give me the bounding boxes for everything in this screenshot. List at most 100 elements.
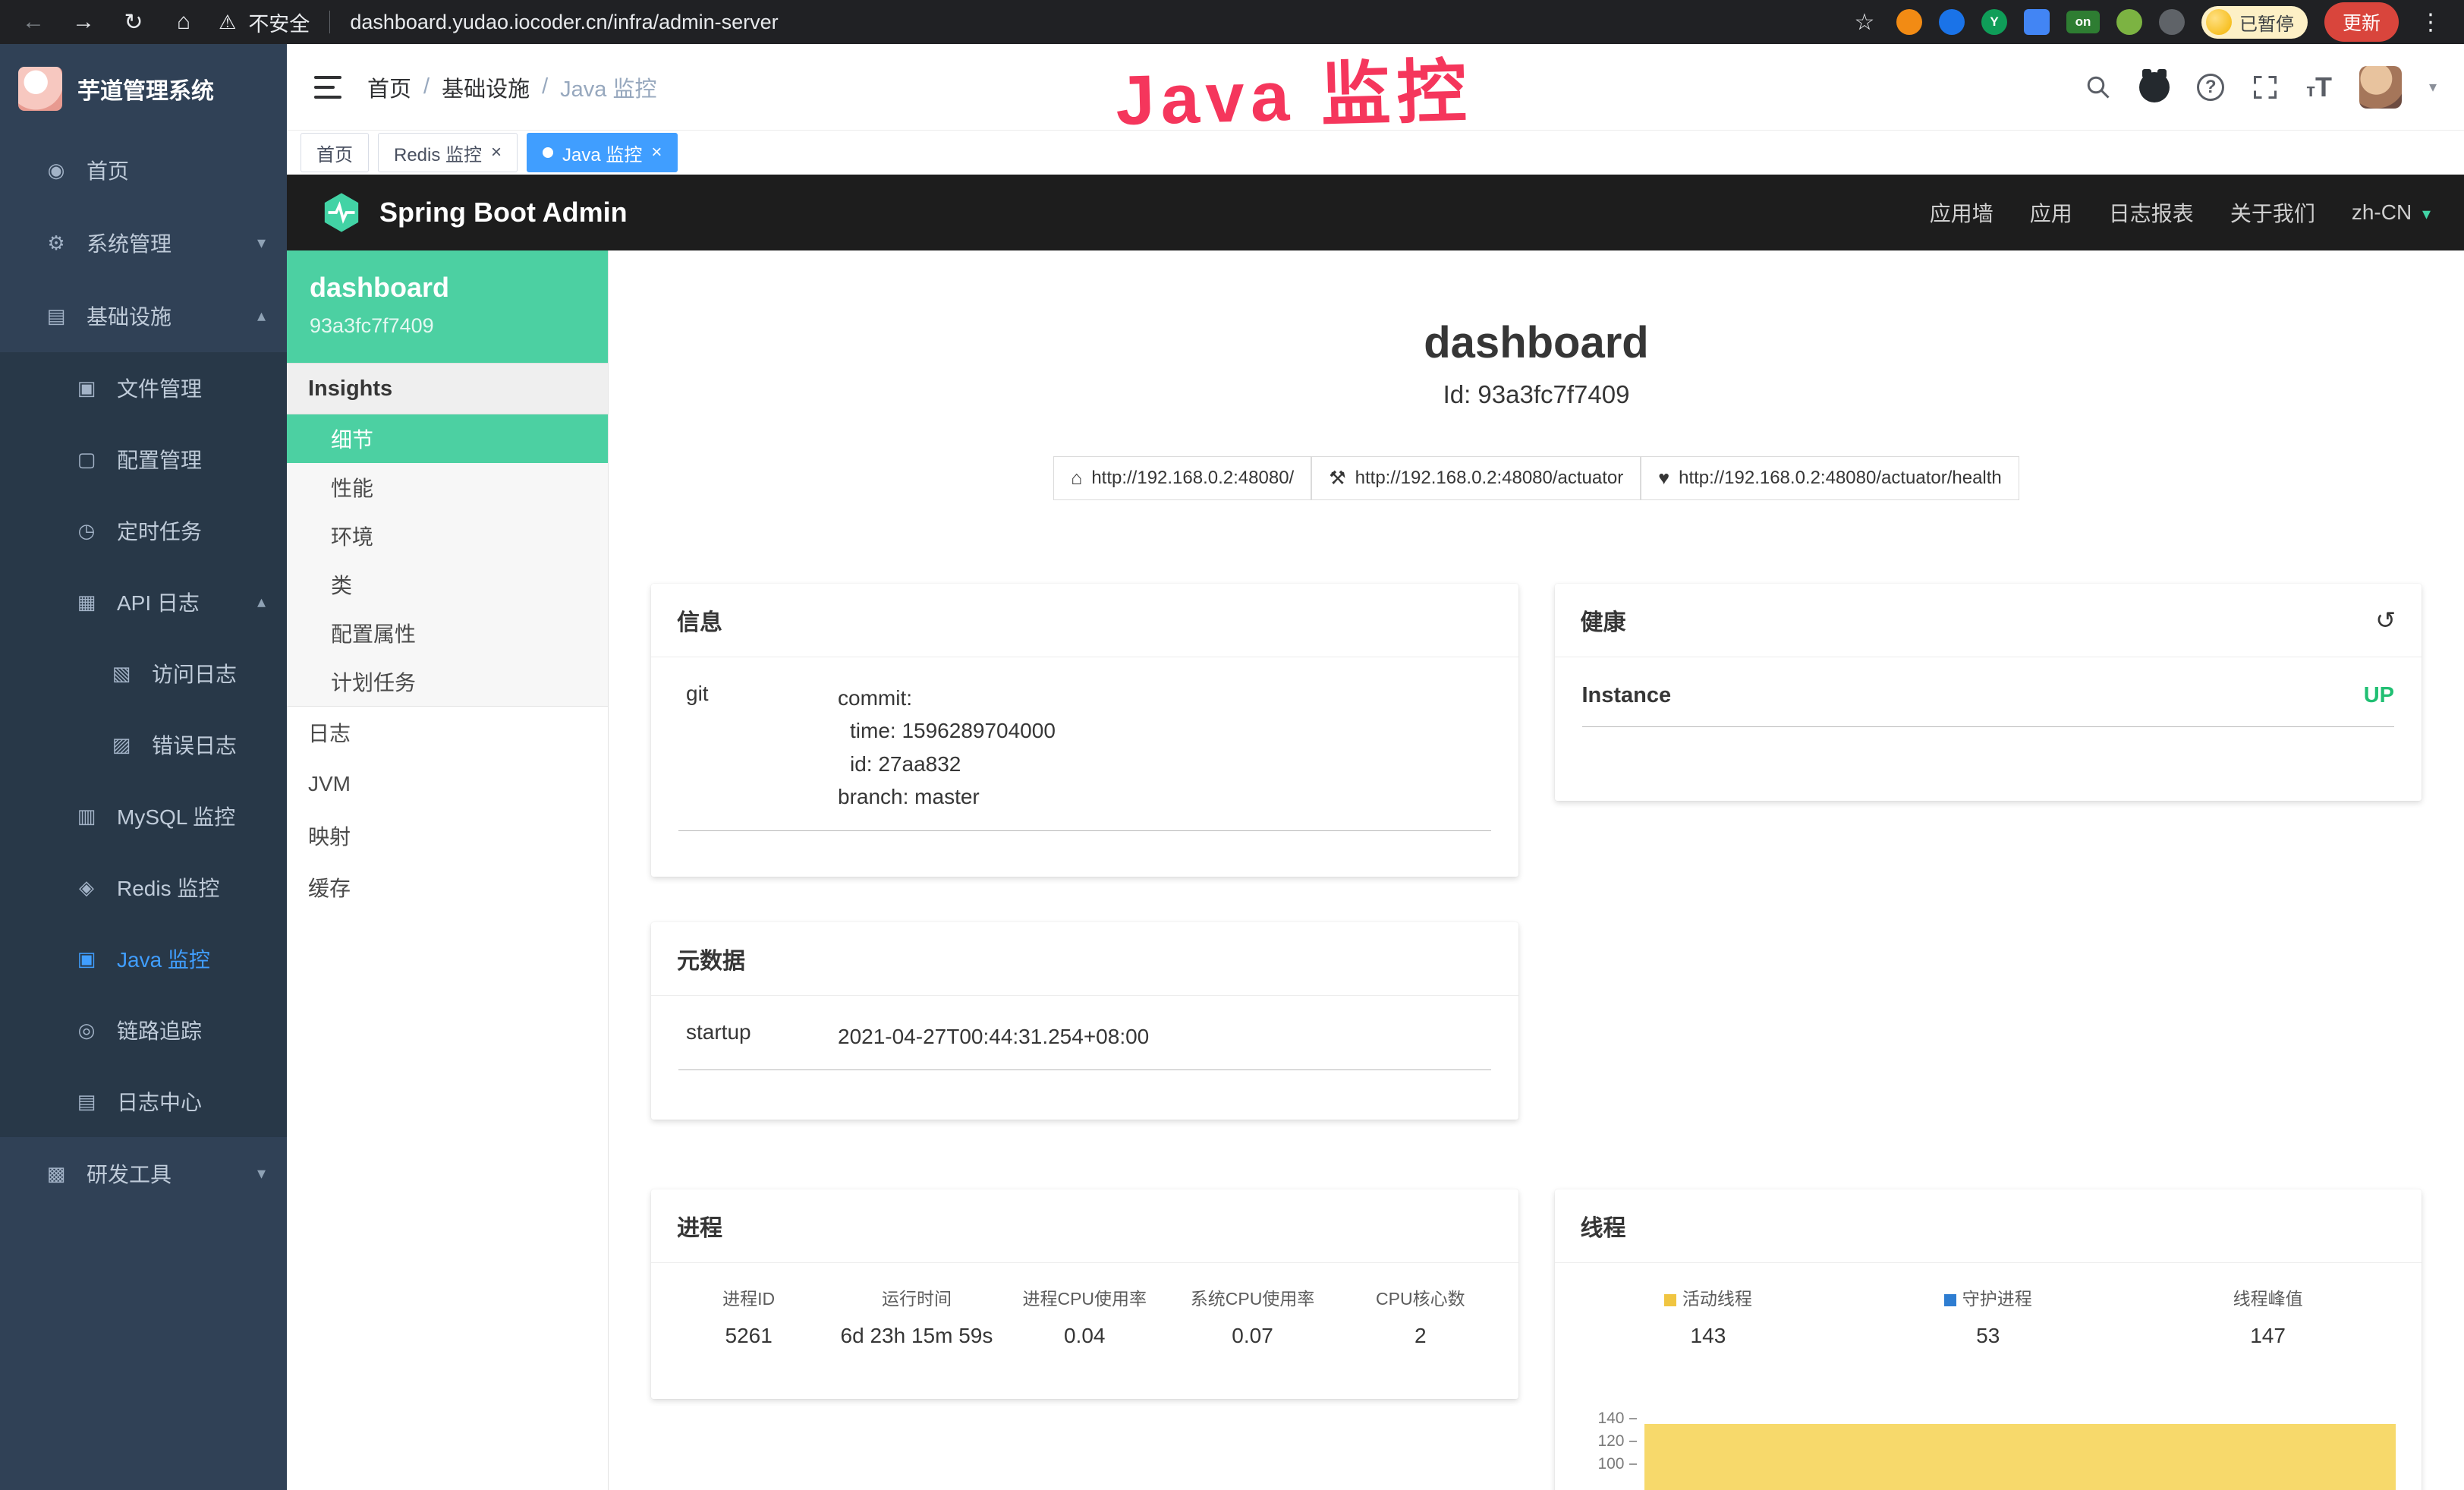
- sidebar-item-log-center[interactable]: ▤ 日志中心: [0, 1066, 287, 1137]
- metadata-key: startup: [678, 1020, 838, 1053]
- search-icon[interactable]: [2085, 74, 2112, 101]
- metric-cpu-cores: CPU核心数 2: [1336, 1284, 1504, 1348]
- instance-header[interactable]: dashboard 93a3fc7f7409: [287, 250, 608, 363]
- health-card: 健康 ↺ Instance UP: [1555, 584, 2422, 801]
- sba-brand[interactable]: Spring Boot Admin: [320, 191, 628, 234]
- tab-redis-monitor[interactable]: Redis 监控 ×: [378, 133, 518, 172]
- instance-id: 93a3fc7f7409: [310, 314, 585, 338]
- locale-select[interactable]: zh-CN ▾: [2352, 200, 2431, 225]
- sba-item-performance[interactable]: 性能: [287, 463, 608, 512]
- sba-item-classes[interactable]: 类: [287, 560, 608, 609]
- actuator-url-link[interactable]: ⚒ http://192.168.0.2:48080/actuator: [1311, 456, 1641, 500]
- puzzle-extension-icon[interactable]: [2159, 9, 2185, 35]
- sidebar-item-label: API 日志: [117, 587, 200, 617]
- sidebar-item-java-monitor[interactable]: ▣ Java 监控: [0, 923, 287, 994]
- browser-home-icon[interactable]: ⌂: [168, 9, 199, 35]
- browser-menu-icon[interactable]: ⋮: [2415, 9, 2446, 36]
- health-row-instance[interactable]: Instance UP: [1582, 683, 2395, 727]
- api-log-icon: ▦: [70, 591, 103, 614]
- nav-about[interactable]: 关于我们: [2230, 197, 2315, 228]
- trace-icon: ◎: [70, 1019, 103, 1042]
- sba-item-details[interactable]: 细节: [287, 414, 608, 463]
- breadcrumb: 首页 / 基础设施 / Java 监控: [367, 71, 656, 103]
- java-monitor-icon: ▣: [70, 947, 103, 971]
- forward-icon[interactable]: →: [68, 9, 99, 35]
- close-icon[interactable]: ×: [491, 142, 502, 163]
- sba-item-config-props[interactable]: 配置属性: [287, 609, 608, 657]
- sba-nav: 应用墙 应用 日志报表 关于我们 zh-CN ▾: [1930, 197, 2431, 228]
- sidebar-item-system[interactable]: ⚙ 系统管理 ▾: [0, 206, 287, 279]
- fullscreen-icon[interactable]: [2252, 74, 2279, 101]
- sync-paused-badge[interactable]: 已暂停: [2201, 6, 2308, 39]
- sba-item-caches[interactable]: 缓存: [287, 862, 608, 913]
- back-icon[interactable]: ←: [18, 9, 49, 35]
- sidebar-item-label: 配置管理: [117, 444, 202, 474]
- card-title: 信息: [677, 603, 722, 637]
- github-icon[interactable]: [2139, 72, 2170, 102]
- sidebar-item-devtools[interactable]: ▩ 研发工具 ▾: [0, 1137, 287, 1210]
- font-size-icon[interactable]: тT: [2306, 71, 2332, 103]
- service-url-link[interactable]: ⌂ http://192.168.0.2:48080/: [1053, 456, 1311, 500]
- sba-item-jvm[interactable]: JVM: [287, 758, 608, 810]
- sidebar-item-label: 日志中心: [117, 1086, 202, 1117]
- sidebar-item-redis-monitor[interactable]: ◈ Redis 监控: [0, 852, 287, 923]
- sidebar-item-scheduled-jobs[interactable]: ◷ 定时任务: [0, 495, 287, 566]
- sidebar-item-error-logs[interactable]: ▨ 错误日志: [0, 709, 287, 780]
- status-badge: UP: [2364, 683, 2394, 708]
- address-bar[interactable]: ⚠ 不安全 dashboard.yudao.iocoder.cn/infra/a…: [219, 8, 779, 37]
- sba-item-mappings[interactable]: 映射: [287, 810, 608, 862]
- sidebar-item-access-logs[interactable]: ▧ 访问日志: [0, 638, 287, 709]
- sba-item-scheduled-tasks[interactable]: 计划任务: [287, 657, 608, 706]
- tab-java-monitor[interactable]: Java 监控 ×: [527, 133, 678, 172]
- active-dot-icon: [543, 147, 553, 158]
- reload-icon[interactable]: ↻: [118, 9, 149, 36]
- tab-home[interactable]: 首页: [301, 133, 369, 172]
- breadcrumb-section[interactable]: 基础设施: [442, 71, 530, 103]
- update-button[interactable]: 更新: [2324, 2, 2399, 42]
- nav-applications[interactable]: 应用: [2030, 197, 2072, 228]
- sidebar-item-home[interactable]: ◉ 首页: [0, 134, 287, 206]
- error-log-icon: ▨: [105, 733, 138, 757]
- metric-uptime: 运行时间 6d 23h 15m 59s: [832, 1284, 1000, 1348]
- extension-icon[interactable]: [2024, 9, 2050, 35]
- history-icon[interactable]: ↺: [2375, 606, 2396, 635]
- sba-item-logs[interactable]: 日志: [287, 707, 608, 758]
- breadcrumb-home[interactable]: 首页: [367, 71, 411, 103]
- avatar[interactable]: [2359, 66, 2402, 109]
- sidebar-item-file-manage[interactable]: ▣ 文件管理: [0, 352, 287, 424]
- health-url-link[interactable]: ♥ http://192.168.0.2:48080/actuator/heal…: [1641, 456, 2019, 500]
- nav-wallboard[interactable]: 应用墙: [1930, 197, 1994, 228]
- extension-on-badge-icon[interactable]: on: [2066, 11, 2100, 33]
- legend-active-threads: 活动线程 143: [1569, 1284, 1849, 1348]
- sidebar-item-tracing[interactable]: ◎ 链路追踪: [0, 994, 287, 1066]
- sidebar-item-label: 链路追踪: [117, 1015, 202, 1045]
- leaf-extension-icon[interactable]: [2116, 9, 2142, 35]
- sba-item-environment[interactable]: 环境: [287, 512, 608, 560]
- threads-card: 线程 活动线程 143 守护进程 53 线程峰值 147: [1555, 1189, 2422, 1490]
- active-threads-area: [1644, 1424, 2396, 1490]
- sidebar-item-mysql-monitor[interactable]: ▥ MySQL 监控: [0, 780, 287, 852]
- sidebar-item-api-logs[interactable]: ▦ API 日志 ▴: [0, 566, 287, 638]
- address-divider: [329, 11, 330, 33]
- tab-label: Redis 监控: [394, 140, 482, 166]
- help-icon[interactable]: ?: [2197, 74, 2224, 101]
- url-text[interactable]: dashboard.yudao.iocoder.cn/infra/admin-s…: [350, 11, 778, 34]
- sidebar-logo[interactable]: 芋道管理系统: [0, 44, 287, 134]
- nav-journal[interactable]: 日志报表: [2109, 197, 2194, 228]
- metadata-value: 2021-04-27T00:44:31.254+08:00: [838, 1020, 1491, 1053]
- annotation-text: Java 监控: [1114, 35, 1474, 145]
- chevron-down-icon[interactable]: ▾: [2429, 77, 2437, 96]
- security-label[interactable]: 不安全: [248, 8, 310, 37]
- bookmark-star-icon[interactable]: ☆: [1849, 9, 1880, 36]
- info-card: 信息 git commit: time: 1596289704000 id: 2…: [651, 584, 1518, 877]
- extension-icon[interactable]: [1896, 9, 1922, 35]
- sidebar-item-label: MySQL 监控: [117, 801, 235, 831]
- sidebar-item-config-manage[interactable]: ▢ 配置管理: [0, 424, 287, 495]
- close-icon[interactable]: ×: [651, 142, 662, 163]
- hamburger-icon[interactable]: [314, 76, 341, 99]
- link-url: http://192.168.0.2:48080/: [1091, 468, 1294, 489]
- extension-icon[interactable]: Y: [1981, 9, 2007, 35]
- sidebar-item-infra[interactable]: ▤ 基础设施 ▴: [0, 279, 287, 352]
- extension-icon[interactable]: [1939, 9, 1965, 35]
- sidebar-item-label: Redis 监控: [117, 872, 219, 903]
